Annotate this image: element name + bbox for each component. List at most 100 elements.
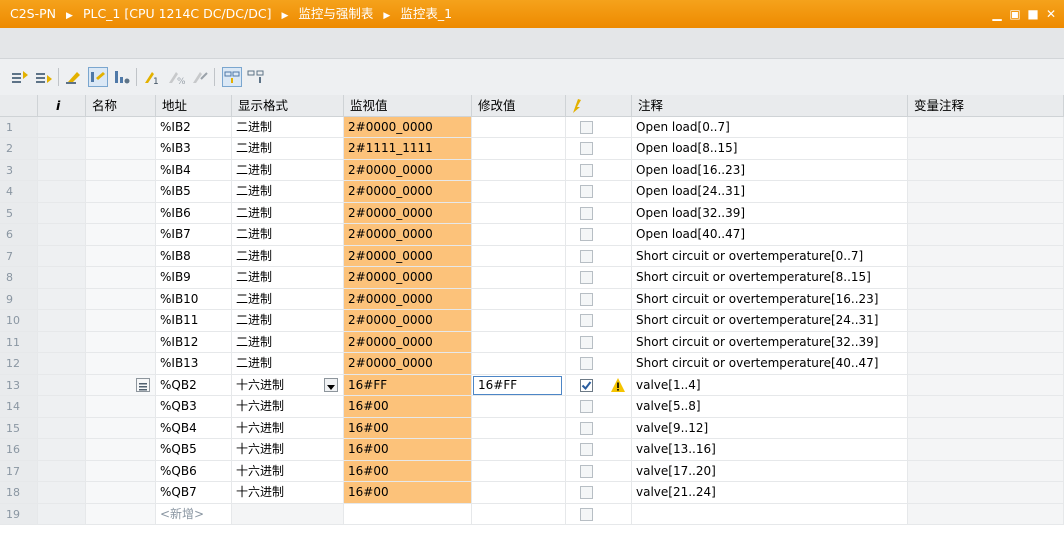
modify-checkbox[interactable] xyxy=(580,120,593,134)
modify-value-cell[interactable] xyxy=(472,224,566,246)
crumb-watch-table[interactable]: 监控表_1 xyxy=(400,6,452,21)
display-format-cell[interactable]: 十六进制 xyxy=(232,417,344,439)
display-format-cell[interactable]: 二进制 xyxy=(232,331,344,353)
tag-comment-cell[interactable] xyxy=(908,310,1064,332)
comment-cell[interactable]: Short circuit or overtemperature[0..7] xyxy=(632,245,908,267)
modify-checkbox[interactable] xyxy=(580,507,593,521)
modify-value-cell[interactable] xyxy=(472,353,566,375)
table-row[interactable]: 11 %IB12 二进制 2#0000_0000 Short circuit or ov… xyxy=(0,331,1064,353)
comment-cell[interactable]: Open load[32..39] xyxy=(632,202,908,224)
modify-checkbox[interactable] xyxy=(580,314,593,327)
comment-cell[interactable]: Open load[24..31] xyxy=(632,181,908,203)
name-cell[interactable] xyxy=(86,181,156,203)
display-format-cell[interactable]: 二进制 xyxy=(232,288,344,310)
name-cell[interactable] xyxy=(86,417,156,439)
tag-comment-cell[interactable] xyxy=(908,288,1064,310)
rename-icon[interactable] xyxy=(64,67,84,87)
modify-checkbox[interactable] xyxy=(580,400,593,413)
display-format-cell[interactable]: 十六进制 xyxy=(232,460,344,482)
name-cell[interactable] xyxy=(86,159,156,181)
crumb-plc[interactable]: PLC_1 [CPU 1214C DC/DC/DC] xyxy=(83,6,272,21)
table-row[interactable]: 7 %IB8 二进制 2#0000_0000 Short circuit or over… xyxy=(0,245,1064,267)
modify-now-icon[interactable]: 1 xyxy=(142,67,162,87)
address-cell[interactable]: %QB7 xyxy=(156,482,232,504)
modify-trigger-icon[interactable]: % xyxy=(166,67,186,87)
tag-comment-cell[interactable] xyxy=(908,138,1064,160)
table-row[interactable]: 18 %QB7 十六进制 16#00 valve[21..24] xyxy=(0,482,1064,504)
comment-cell[interactable]: Short circuit or overtemperature[24..31] xyxy=(632,310,908,332)
comment-cell[interactable]: Short circuit or overtemperature[32..39] xyxy=(632,331,908,353)
modify-value-cell[interactable] xyxy=(472,181,566,203)
name-cell[interactable] xyxy=(86,396,156,418)
name-cell[interactable] xyxy=(86,245,156,267)
address-cell[interactable]: %IB2 xyxy=(156,116,232,138)
name-cell[interactable] xyxy=(86,224,156,246)
crumb-project[interactable]: C2S-PN xyxy=(10,6,56,21)
address-cell[interactable]: %IB7 xyxy=(156,224,232,246)
address-cell[interactable]: %IB10 xyxy=(156,288,232,310)
comment-cell[interactable]: Open load[8..15] xyxy=(632,138,908,160)
tag-comment-cell[interactable] xyxy=(908,460,1064,482)
monitor-once-icon[interactable] xyxy=(112,67,132,87)
close-icon[interactable]: ✕ xyxy=(1044,7,1058,21)
modify-checkbox[interactable] xyxy=(580,357,593,370)
name-cell[interactable] xyxy=(86,116,156,138)
modify-value-cell[interactable] xyxy=(472,288,566,310)
table-row[interactable]: 15 %QB4 十六进制 16#00 valve[9..12] xyxy=(0,417,1064,439)
address-cell[interactable]: %IB6 xyxy=(156,202,232,224)
display-format-cell[interactable]: 二进制 xyxy=(232,224,344,246)
display-format-cell[interactable]: 二进制 xyxy=(232,202,344,224)
display-format-cell[interactable]: 二进制 xyxy=(232,353,344,375)
modify-checkbox[interactable] xyxy=(580,292,593,306)
tag-comment-cell[interactable] xyxy=(908,374,1064,396)
name-cell[interactable] xyxy=(86,374,156,396)
address-cell[interactable]: %IB8 xyxy=(156,245,232,267)
name-cell[interactable] xyxy=(86,460,156,482)
address-cell[interactable]: %IB4 xyxy=(156,159,232,181)
display-format-cell[interactable]: 二进制 xyxy=(232,159,344,181)
header-monitor-value[interactable]: 监视值 xyxy=(344,95,472,117)
display-format-cell[interactable]: 二进制 xyxy=(232,267,344,289)
header-name[interactable]: 名称 xyxy=(86,95,156,117)
show-modify-column-icon[interactable] xyxy=(222,67,242,87)
modify-value-input[interactable]: 16#FF xyxy=(473,375,562,395)
display-format-cell[interactable]: 二进制 xyxy=(232,181,344,203)
name-cell[interactable] xyxy=(86,267,156,289)
address-cell[interactable]: %IB3 xyxy=(156,138,232,160)
modify-value-cell[interactable] xyxy=(472,396,566,418)
header-modify-flag[interactable] xyxy=(566,95,632,117)
modify-checkbox[interactable] xyxy=(580,249,593,263)
tag-comment-cell[interactable] xyxy=(908,439,1064,461)
insert-row-icon[interactable] xyxy=(10,67,30,87)
comment-cell[interactable]: valve[21..24] xyxy=(632,482,908,504)
address-cell[interactable]: %IB13 xyxy=(156,353,232,375)
modify-value-cell[interactable] xyxy=(472,202,566,224)
modify-value-cell[interactable] xyxy=(472,331,566,353)
modify-value-cell[interactable] xyxy=(472,310,566,332)
modify-value-cell[interactable]: 16#FF xyxy=(472,374,566,396)
tag-comment-cell[interactable] xyxy=(908,245,1064,267)
modify-value-cell[interactable] xyxy=(472,116,566,138)
table-row[interactable]: 6 %IB7 二进制 2#0000_0000 Open load[40..47] xyxy=(0,224,1064,246)
modify-value-cell[interactable] xyxy=(472,267,566,289)
comment-cell[interactable]: Short circuit or overtemperature[40..47] xyxy=(632,353,908,375)
table-row[interactable]: 1 %IB2 二进制 2#0000_0000 Open load[0..7] xyxy=(0,116,1064,138)
modify-value-cell[interactable] xyxy=(472,138,566,160)
tag-comment-cell[interactable] xyxy=(908,202,1064,224)
display-format-cell[interactable]: 十六进制 xyxy=(232,374,344,396)
modify-checkbox[interactable] xyxy=(580,185,593,198)
comment-cell[interactable]: valve[13..16] xyxy=(632,439,908,461)
disable-periphery-icon[interactable] xyxy=(190,67,210,87)
tag-comment-cell[interactable] xyxy=(908,224,1064,246)
display-format-cell[interactable]: 十六进制 xyxy=(232,396,344,418)
display-format-cell[interactable]: 二进制 xyxy=(232,245,344,267)
address-cell[interactable]: %IB5 xyxy=(156,181,232,203)
header-comment[interactable]: 注释 xyxy=(632,95,908,117)
header-display-format[interactable]: 显示格式 xyxy=(232,95,344,117)
modify-value-cell[interactable] xyxy=(472,460,566,482)
modify-checkbox[interactable] xyxy=(580,464,593,478)
restore-icon[interactable]: ▣ xyxy=(1008,7,1022,21)
modify-checkbox[interactable] xyxy=(580,206,593,220)
display-format-cell[interactable]: 十六进制 xyxy=(232,482,344,504)
name-cell[interactable] xyxy=(86,331,156,353)
